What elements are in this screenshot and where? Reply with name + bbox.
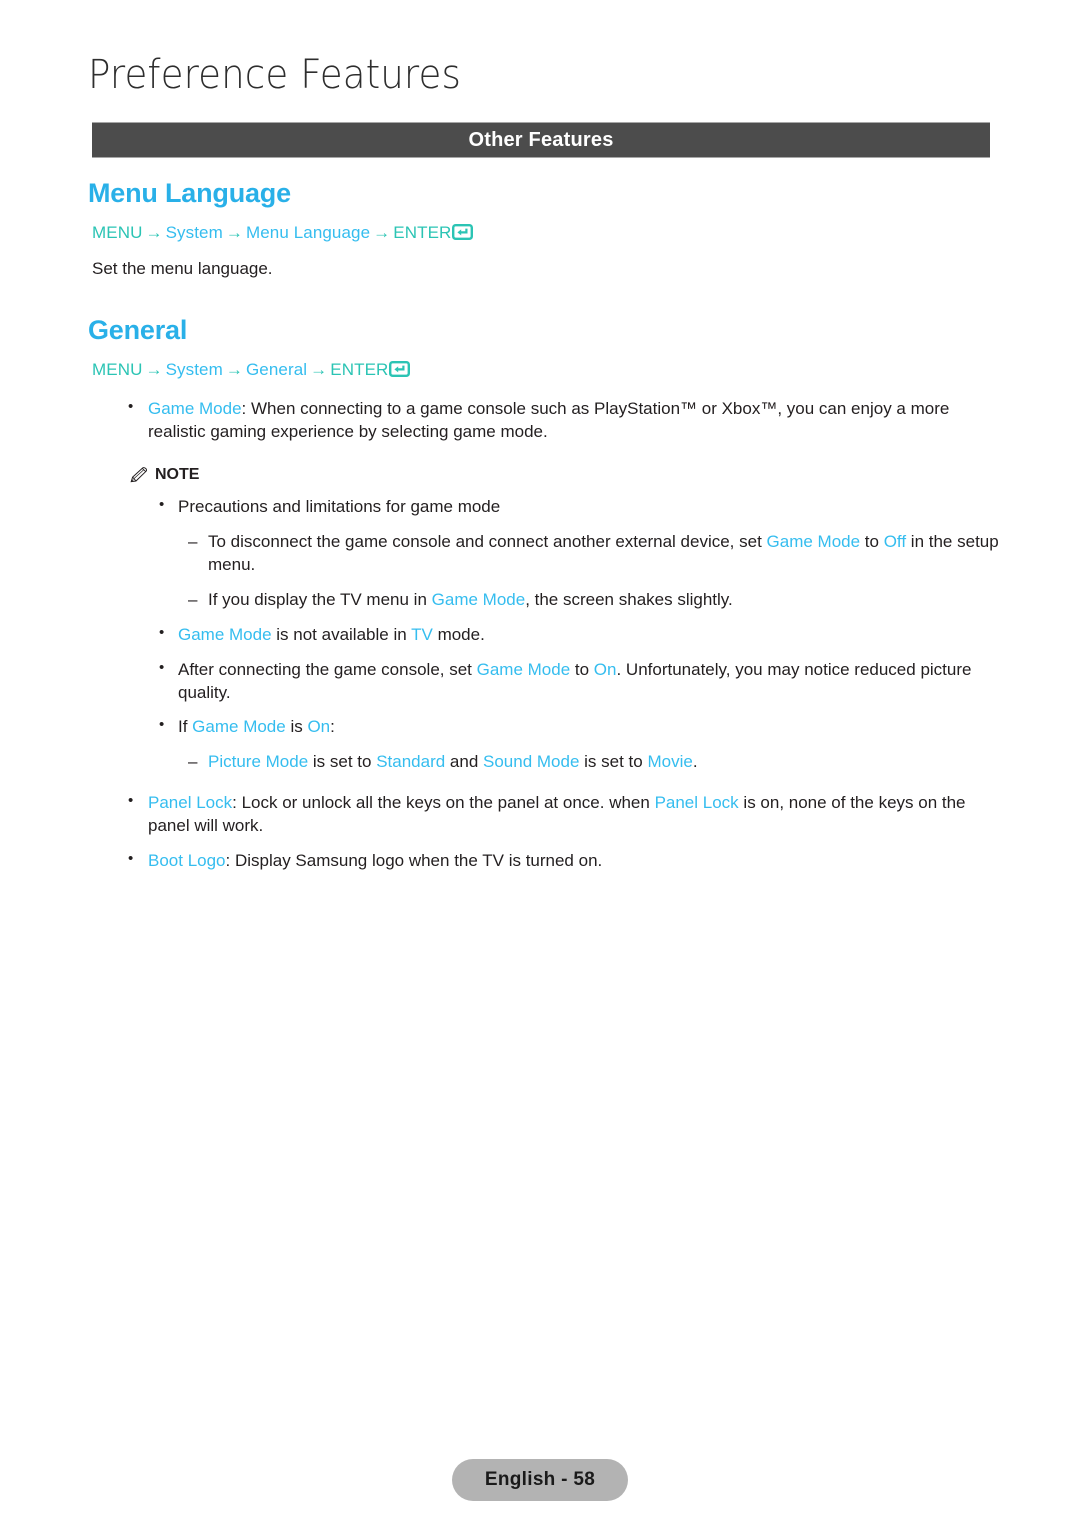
nav-path-step-menu-language: Menu Language [245, 223, 371, 242]
term-highlight: Panel Lock [148, 793, 233, 813]
page-footer-badge: English - 58 [452, 1459, 628, 1501]
list-item-text: . [692, 752, 698, 772]
list-item-text: is [285, 717, 308, 737]
list-item-text: : Display Samsung logo when the TV is tu… [225, 851, 603, 871]
nav-path-enter: ENTER [393, 223, 452, 242]
list-item-text: : Lock or unlock all the keys on the pan… [232, 793, 655, 813]
list-item: Precautions and limitations for game mod… [159, 495, 998, 519]
list-item-text: To disconnect the game console and conne… [208, 531, 767, 551]
heading-menu-language: Menu Language [88, 178, 291, 208]
list-item: Picture Mode is set to Standard and Soun… [188, 751, 1000, 774]
list-item: Boot Logo: Display Samsung logo when the… [128, 849, 1000, 873]
list-item: Game Mode: When connecting to a game con… [128, 397, 1000, 444]
list-item-text: : When connecting to a game console such… [148, 399, 950, 441]
note-label: NOTE [155, 465, 200, 483]
page-content: Menu Language MENU → System → Menu Language →… [0, 178, 1080, 873]
term-highlight: Off [883, 531, 907, 551]
term-highlight: On [307, 717, 331, 737]
term-highlight: TV [411, 624, 433, 644]
list-item: If you display the TV menu in Game Mode,… [188, 589, 1000, 612]
pencil-icon [128, 467, 148, 483]
term-highlight: Game Mode [192, 717, 286, 737]
list-item-text: Precautions and limitations for game mod… [178, 496, 501, 516]
general-tail-bullets: Panel Lock: Lock or unlock all the keys … [0, 791, 1080, 873]
term-highlight: On [593, 659, 617, 679]
heading-general: General [88, 315, 188, 345]
term-highlight: Game Mode [178, 624, 272, 644]
enter-return-icon [389, 361, 411, 377]
note-heading: NOTE [128, 466, 1080, 484]
note-items: Precautions and limitations for game mod… [0, 495, 1080, 774]
nav-path-step-system: System [165, 360, 223, 379]
list-item-text: If you display the TV menu in [208, 589, 432, 609]
manual-page: Preference Features Other Features Menu … [0, 0, 1080, 1534]
list-item: After connecting the game console, set G… [159, 658, 998, 705]
list-item-text: : [330, 717, 335, 737]
list-item-text: mode. [432, 624, 485, 644]
menu-language-description: Set the menu language. [92, 259, 273, 278]
section-bar-label: Other Features [468, 128, 614, 151]
list-item-text: is set to [308, 752, 377, 772]
term-highlight: Game Mode [766, 531, 861, 551]
list-item-text: and [445, 752, 484, 772]
nav-path-arrow-2: → [225, 223, 243, 242]
nav-path-arrow-3: → [373, 223, 391, 242]
nav-path-enter: ENTER [330, 360, 389, 379]
list-item-text: After connecting the game console, set [178, 659, 477, 679]
nav-path-menu: MENU [92, 223, 143, 242]
general-bullets: Game Mode: When connecting to a game con… [0, 397, 1080, 444]
list-item-text: , the screen shakes slightly. [525, 589, 733, 609]
term-game-mode: Game Mode [148, 399, 242, 418]
list-item: To disconnect the game console and conne… [188, 531, 1000, 577]
list-item-text: to [570, 659, 594, 679]
nav-path-arrow-1: → [145, 360, 163, 379]
list-item: If Game Mode is On: [159, 715, 998, 739]
list-item-text: is set to [579, 752, 648, 772]
section-bar: Other Features [92, 122, 990, 158]
term-highlight: Standard [376, 752, 446, 772]
nav-path-arrow-2: → [225, 360, 243, 379]
list-item: Panel Lock: Lock or unlock all the keys … [128, 791, 1000, 838]
term-highlight: Boot Logo [148, 851, 226, 871]
term-highlight: Panel Lock [654, 793, 739, 813]
nav-path-arrow-1: → [145, 223, 163, 242]
list-item-text: to [860, 531, 884, 551]
list-item: Game Mode is not available in TV mode. [159, 623, 998, 647]
page-number-label: English - 58 [484, 1469, 596, 1490]
list-item-text: is not available in [271, 624, 412, 644]
nav-path-step-system: System [165, 223, 223, 242]
term-highlight: Picture Mode [208, 752, 309, 772]
term-highlight: Game Mode [476, 659, 571, 679]
enter-return-icon [452, 224, 474, 240]
nav-path-step-general: General [245, 360, 308, 379]
nav-path-menu-language: MENU → System → Menu Language → ENTER [92, 223, 1080, 243]
term-highlight: Movie [647, 752, 693, 772]
list-item-text: If [178, 717, 193, 737]
page-title: Preference Features [88, 52, 461, 98]
term-highlight: Game Mode [431, 589, 526, 609]
nav-path-menu: MENU [92, 360, 143, 379]
term-highlight: Sound Mode [483, 752, 580, 772]
nav-path-arrow-3: → [310, 360, 328, 379]
nav-path-general: MENU → System → General → ENTER [92, 360, 1080, 380]
